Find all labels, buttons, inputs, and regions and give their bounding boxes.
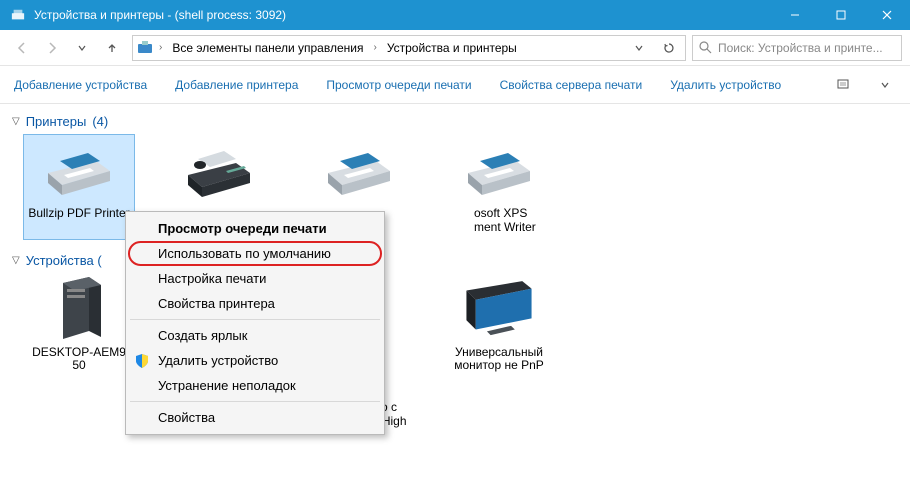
printers-group-label: Принтеры — [26, 114, 87, 129]
remove-device-button[interactable]: Удалить устройство — [670, 78, 781, 92]
pc-tower-icon — [39, 278, 119, 342]
view-options-button[interactable] — [837, 75, 853, 95]
ctx-view-queue[interactable]: Просмотр очереди печати — [128, 216, 382, 241]
minimize-button[interactable] — [772, 0, 818, 30]
search-input[interactable]: Поиск: Устройства и принте... — [692, 35, 902, 61]
breadcrumb-current[interactable]: Устройства и принтеры — [383, 39, 521, 57]
view-dropdown-button[interactable] — [881, 75, 889, 95]
ctx-create-shortcut[interactable]: Создать ярлык — [128, 323, 382, 348]
printer-item-bullzip[interactable]: Bullzip PDF Printer — [24, 135, 134, 239]
monitor-icon — [459, 278, 539, 342]
devices-printers-icon — [10, 7, 26, 23]
separator — [130, 319, 380, 320]
up-button[interactable] — [98, 34, 126, 62]
maximize-button[interactable] — [818, 0, 864, 30]
ctx-remove-label: Удалить устройство — [158, 353, 278, 368]
window-title: Устройства и принтеры - (shell process: … — [34, 8, 772, 22]
printer-icon — [459, 139, 539, 203]
navbar: › Все элементы панели управления › Устро… — [0, 30, 910, 66]
ctx-printer-props[interactable]: Свойства принтера — [128, 291, 382, 316]
printer-label: osoft XPS ment Writer — [444, 207, 554, 235]
collapse-icon: ▽ — [12, 255, 20, 266]
fax-icon — [179, 139, 259, 203]
printers-group-header[interactable]: ▽ Принтеры (4) — [10, 110, 900, 135]
printer-icon — [319, 139, 399, 203]
content-area: ▽ Принтеры (4) Bullzip PDF Printer Fax - — [0, 104, 910, 500]
ctx-set-default[interactable]: Использовать по умолчанию — [128, 241, 382, 266]
view-queue-button[interactable]: Просмотр очереди печати — [326, 78, 471, 92]
separator — [130, 401, 380, 402]
ctx-print-settings[interactable]: Настройка печати — [128, 266, 382, 291]
ctx-properties[interactable]: Свойства — [128, 405, 382, 430]
back-button[interactable] — [8, 34, 36, 62]
address-bar[interactable]: › Все элементы панели управления › Устро… — [132, 35, 686, 61]
printers-group-count: (4) — [92, 114, 108, 129]
devices-group-label: Устройства ( — [26, 253, 102, 268]
search-icon — [699, 41, 712, 54]
recent-locations-button[interactable] — [68, 34, 96, 62]
printer-item-xps[interactable]: osoft XPS ment Writer — [444, 135, 554, 239]
forward-button[interactable] — [38, 34, 66, 62]
breadcrumb-root[interactable]: Все элементы панели управления — [168, 39, 367, 57]
close-button[interactable] — [864, 0, 910, 30]
refresh-button[interactable] — [657, 36, 681, 60]
address-dropdown-button[interactable] — [627, 36, 651, 60]
printer-icon — [39, 139, 119, 203]
server-props-button[interactable]: Свойства сервера печати — [500, 78, 643, 92]
search-placeholder: Поиск: Устройства и принте... — [718, 41, 883, 55]
add-device-button[interactable]: Добавление устройства — [14, 78, 147, 92]
titlebar: Устройства и принтеры - (shell process: … — [0, 0, 910, 30]
command-bar: Добавление устройства Добавление принтер… — [0, 66, 910, 104]
ctx-remove-device[interactable]: Удалить устройство — [128, 348, 382, 373]
chevron-right-icon[interactable]: › — [159, 42, 162, 53]
device-item-desktop[interactable]: DESKTOP-AEM9 50 — [24, 274, 134, 436]
ctx-troubleshoot[interactable]: Устранение неполадок — [128, 373, 382, 398]
printer-context-menu: Просмотр очереди печати Использовать по … — [125, 211, 385, 435]
device-label: Универсальный монитор не PnP — [448, 346, 550, 374]
device-item-monitor[interactable]: Универсальный монитор не PnP — [444, 274, 554, 436]
printer-label: Bullzip PDF Printer — [28, 207, 129, 221]
add-printer-button[interactable]: Добавление принтера — [175, 78, 298, 92]
chevron-right-icon[interactable]: › — [373, 42, 376, 53]
shield-icon — [134, 353, 150, 369]
control-panel-icon — [137, 40, 153, 56]
collapse-icon: ▽ — [12, 116, 20, 127]
device-label: DESKTOP-AEM9 50 — [28, 346, 130, 374]
